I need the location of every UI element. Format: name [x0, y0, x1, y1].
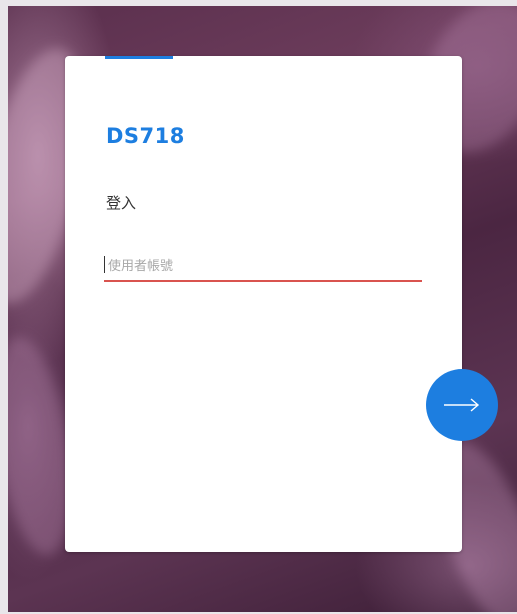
- server-hostname: DS718: [106, 124, 185, 148]
- arrow-right-icon: [444, 398, 480, 412]
- next-button[interactable]: [426, 369, 498, 441]
- text-caret: [104, 256, 105, 273]
- card-accent-bar: [105, 56, 173, 59]
- login-title: 登入: [106, 194, 137, 212]
- username-input[interactable]: [104, 252, 422, 282]
